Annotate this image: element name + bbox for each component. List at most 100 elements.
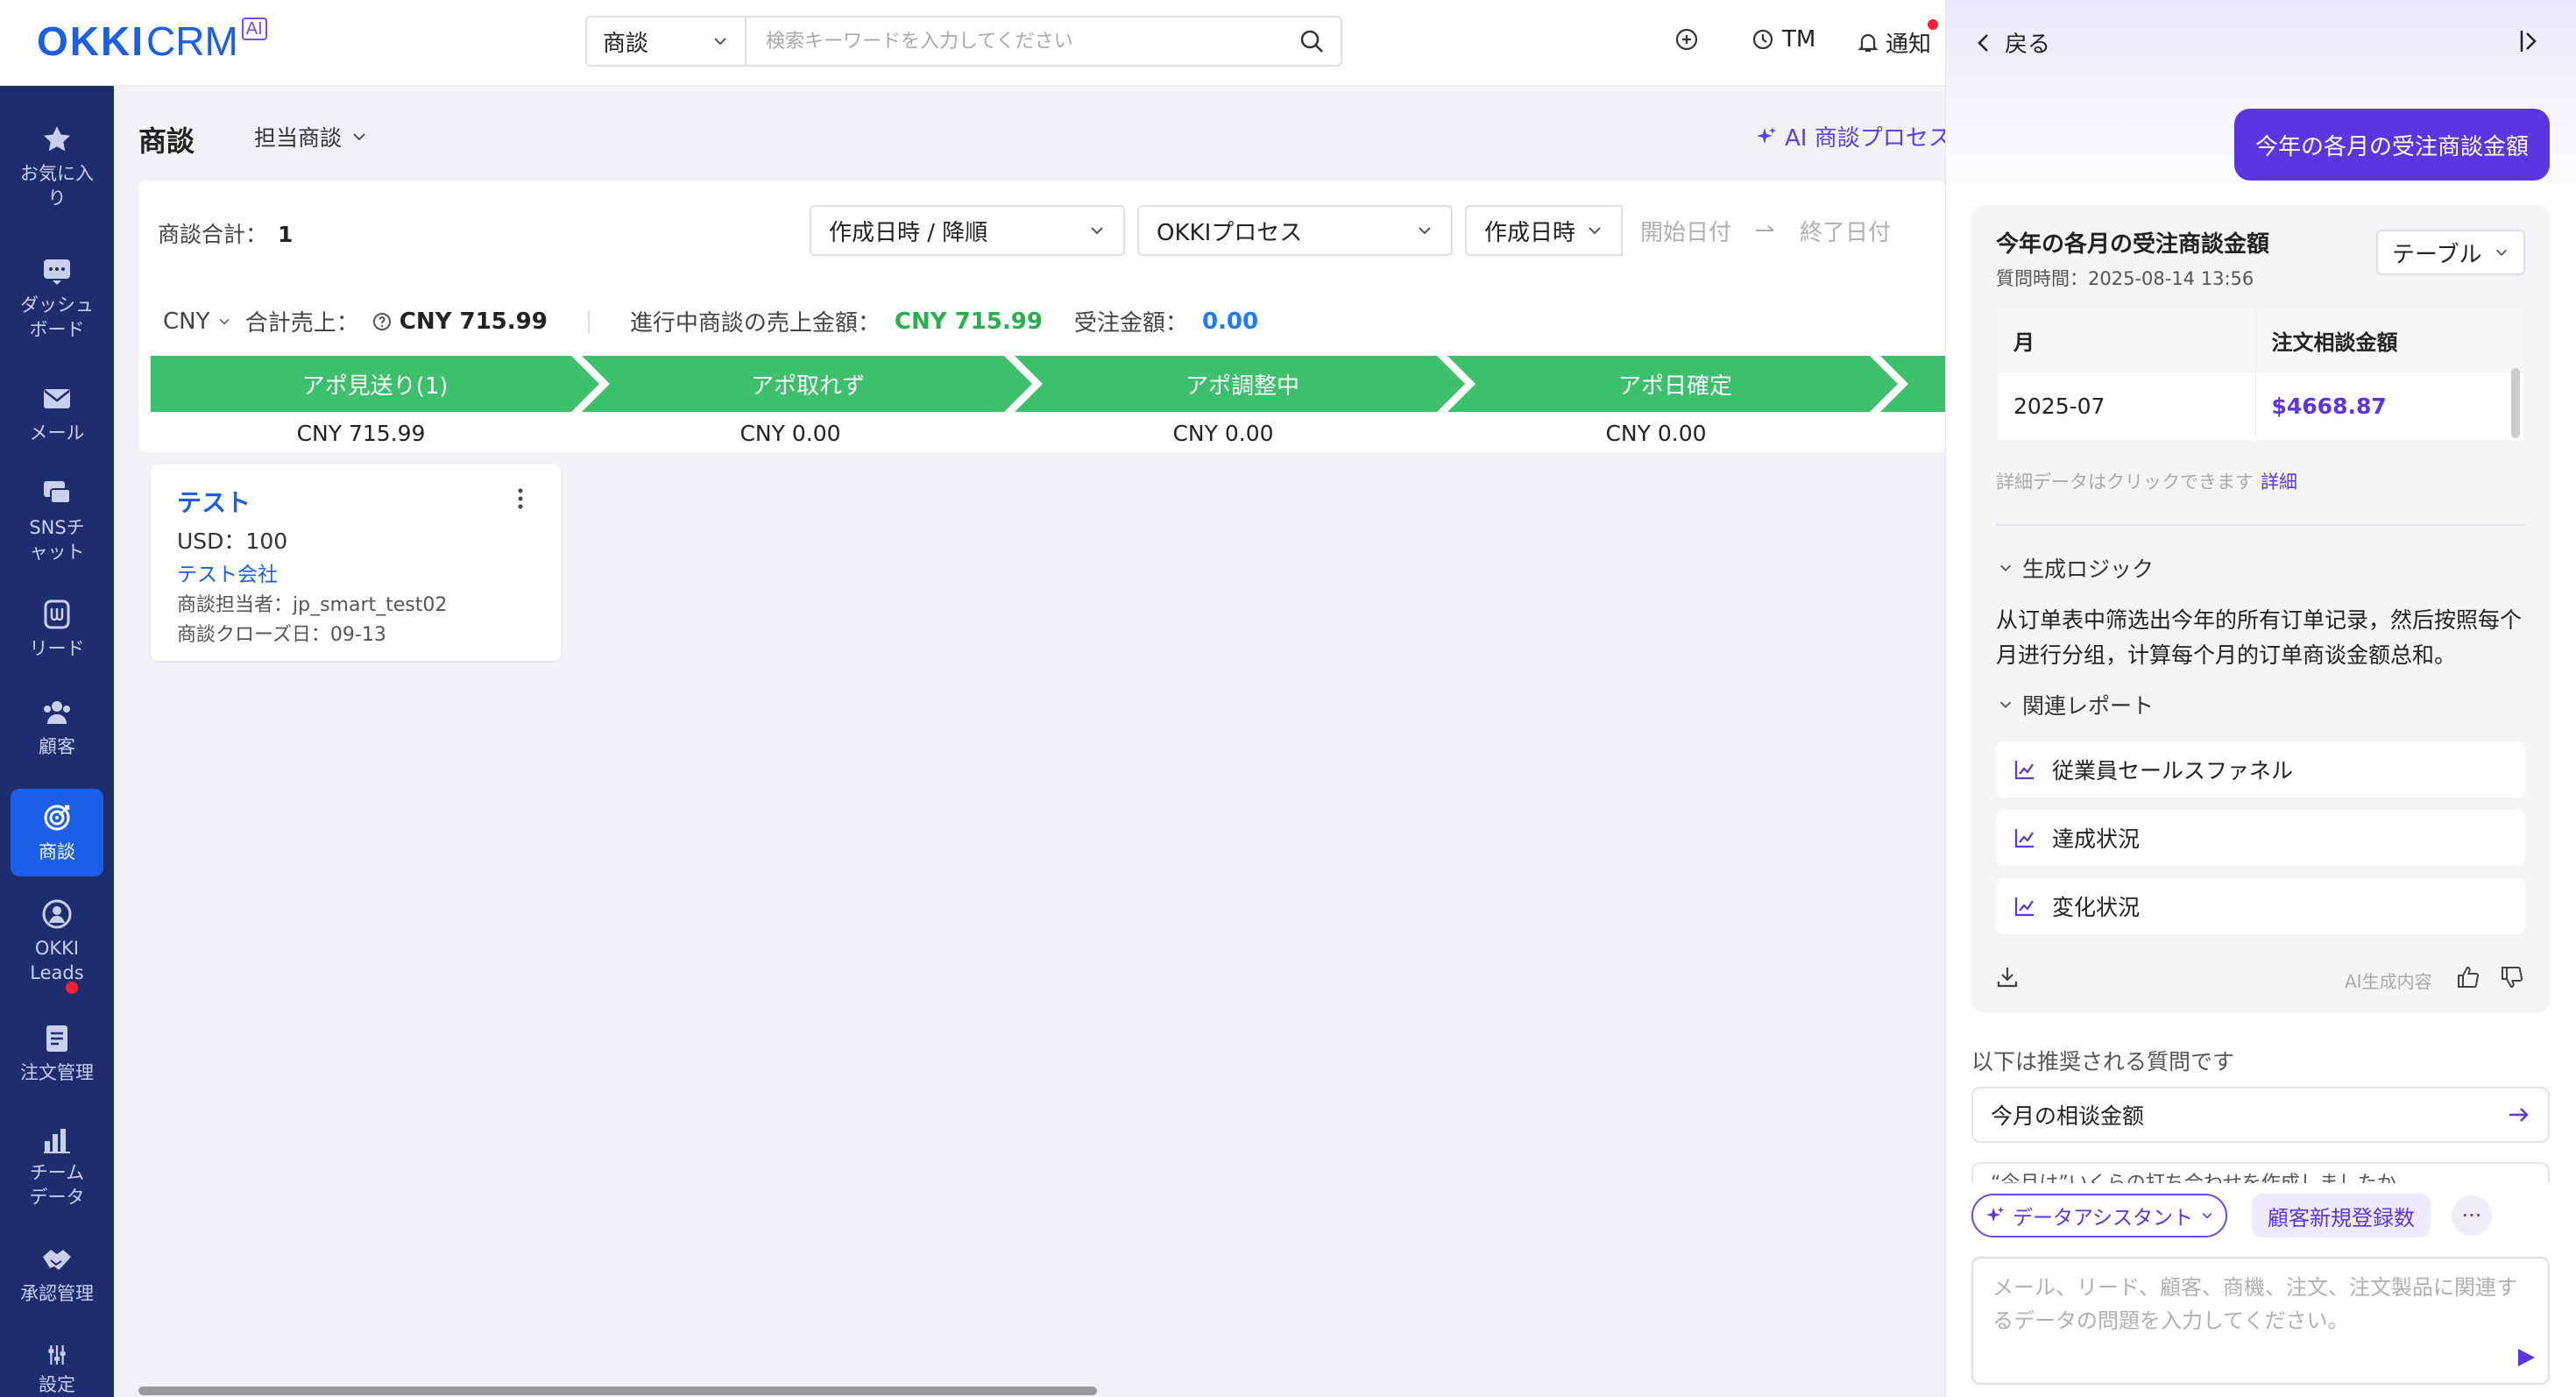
owner-filter-dropdown[interactable]: 担当商談 [254,121,368,152]
sidebar: お気に入り ダッシュボード メール SNSチャット リード 顧客 商談 OKKI… [0,86,114,1397]
date-range-picker[interactable]: 開始日付 終了日付 [1621,205,1945,256]
report-link-sales-funnel[interactable]: 従業員セールスファネル [1996,741,2525,798]
clock-icon [1752,29,1773,50]
user-menu[interactable]: TM [1751,26,1815,53]
okki-crm-logo[interactable]: OKKI CRM AI [37,18,267,65]
sidebar-item-approvals[interactable]: 承認管理 [11,1243,103,1306]
quick-question-chip[interactable]: 顧客新規登録数 [2252,1194,2431,1237]
data-assistant-label: データアシスタント [2012,1207,2194,1230]
report-link-achievement[interactable]: 達成状況 [1996,810,2525,866]
search-scope-select[interactable]: 商談 [587,18,747,65]
suggested-question[interactable]: 今月の相谈金额 [1971,1087,2550,1143]
reports-section-toggle[interactable]: 関連レポート [1998,689,2154,720]
sidebar-item-label: リード [29,638,85,659]
top-bar: OKKI CRM AI 商談 TM 通知 [0,0,1945,86]
report-link-changes[interactable]: 変化状況 [1996,878,2525,934]
sidebar-item-team-data[interactable]: チームデータ [11,1122,103,1209]
sidebar-item-okki-leads[interactable]: OKKI Leads [11,897,103,985]
help-icon[interactable] [372,311,393,332]
sidebar-item-customers[interactable]: 顧客 [11,696,103,759]
deal-company-link[interactable]: テスト会社 [177,557,278,587]
stage-4[interactable]: アポ日確定 [1456,356,1894,412]
detail-link[interactable]: 詳細 [2261,472,2297,493]
chat-input[interactable] [1971,1257,2550,1385]
view-mode-value: テーブル [2392,241,2482,268]
back-label: 戻る [2005,32,2051,58]
thumbs-up-icon[interactable] [2455,964,2481,990]
search-input[interactable] [747,30,1299,53]
ai-deal-process-link[interactable]: AI 商談プロセス [1755,120,1951,152]
back-button[interactable]: 戻る [1975,26,2050,59]
thumbs-down-icon[interactable] [2499,964,2525,990]
stage-label: アポ調整中 [1185,372,1299,400]
ai-generated-label: AI生成内容 [2345,971,2432,992]
page-title: 商談 [138,124,195,158]
chevron-down-icon [2495,249,2508,256]
sparkle-icon [1985,1206,2005,1223]
more-vertical-icon[interactable] [512,484,529,514]
divider [1996,524,2525,526]
view-mode-select[interactable]: テーブル [2376,230,2525,275]
add-button[interactable] [1674,26,1700,53]
more-chips-button[interactable]: ··· [2452,1195,2492,1236]
table-row[interactable]: 2025-07 $4668.87 [1998,372,2523,440]
date-end[interactable]: 終了日付 [1800,215,1891,247]
search-icon[interactable] [1299,28,1325,54]
lead-icon [44,599,70,629]
send-icon[interactable] [2515,1346,2537,1369]
okki-leads-icon [42,899,72,929]
sidebar-item-leads[interactable]: リード [11,598,103,661]
stage-label: アポ日確定 [1617,372,1732,400]
sidebar-item-label: 注文管理 [20,1062,94,1083]
sidebar-item-settings[interactable]: 設定 [11,1343,103,1397]
date-field-select[interactable]: 作成日時 [1465,205,1623,256]
report-label: 従業員セールスファネル [2052,758,2294,784]
ongoing-sales-value: CNY 715.99 [894,308,1043,335]
sidebar-item-mail[interactable]: メール [11,382,103,445]
question-time: 質問時間：2025-08-14 13:56 [1996,268,2254,289]
line-chart-icon [2014,761,2034,780]
search-scope-label: 商談 [603,30,649,57]
stage-2[interactable]: アポ取れず [589,356,1027,412]
stage-1[interactable]: アポ見送り(1) [151,356,599,412]
data-assistant-select[interactable]: データアシスタント [1971,1194,2227,1237]
suggested-questions-title: 以下は推奨される質問です [1971,1049,2235,1074]
sidebar-item-label: 設定 [39,1374,75,1395]
plus-circle-icon [1675,28,1698,51]
global-search: 商談 [585,16,1342,67]
stage-1-amount: CNY 715.99 [296,421,426,446]
sidebar-item-sns-chat[interactable]: SNSチャット [11,477,103,564]
pipeline-stages: アポ見送り(1) アポ取れず アポ調整中 アポ日確定 [151,356,1945,412]
chart-icon [44,1129,70,1153]
deal-name[interactable]: テスト [177,484,251,519]
settings-icon [48,1344,66,1365]
logic-section-toggle[interactable]: 生成ロジック [1998,552,2154,584]
sidebar-item-deals[interactable]: 商談 [11,789,103,876]
notification-badge [1928,19,1938,30]
cell-amount: $4668.87 [2254,372,2523,440]
notification-button[interactable]: 通知 [1856,26,1931,59]
download-icon[interactable] [1994,964,2020,990]
sidebar-item-dashboard[interactable]: ダッシュボード [11,254,103,342]
suggested-question[interactable]: “今月は”いくらの打ち合わせを作成しましたか [1971,1162,2550,1183]
stage-label: アポ見送り(1) [301,372,449,400]
deal-card[interactable]: テスト USD：100 テスト会社 商談担当者：jp_smart_test02 … [151,464,561,661]
okki-leads-badge [66,982,78,994]
chevron-down-icon [1589,227,1601,235]
process-select[interactable]: OKKIプロセス [1137,205,1453,256]
horizontal-scrollbar[interactable] [138,1386,1097,1395]
table-scrollbar[interactable] [2511,368,2520,438]
currency-select[interactable]: CNY [163,308,231,335]
reports-title: 関連レポート [2022,693,2155,719]
report-label: 変化状況 [2052,895,2141,920]
sidebar-item-favorites[interactable]: お気に入り [11,123,103,210]
sort-select[interactable]: 作成日時 / 降順 [810,205,1125,256]
bell-icon [1858,33,1879,52]
date-start[interactable]: 開始日付 [1640,215,1731,247]
collapse-panel-icon[interactable] [2515,26,2544,56]
stage-3[interactable]: アポ調整中 [1023,356,1461,412]
sidebar-item-orders[interactable]: 注文管理 [11,1022,103,1085]
sidebar-item-label: メール [29,422,85,443]
total-deals-value: 1 [278,222,294,247]
sidebar-item-label: SNSチャット [29,517,85,563]
